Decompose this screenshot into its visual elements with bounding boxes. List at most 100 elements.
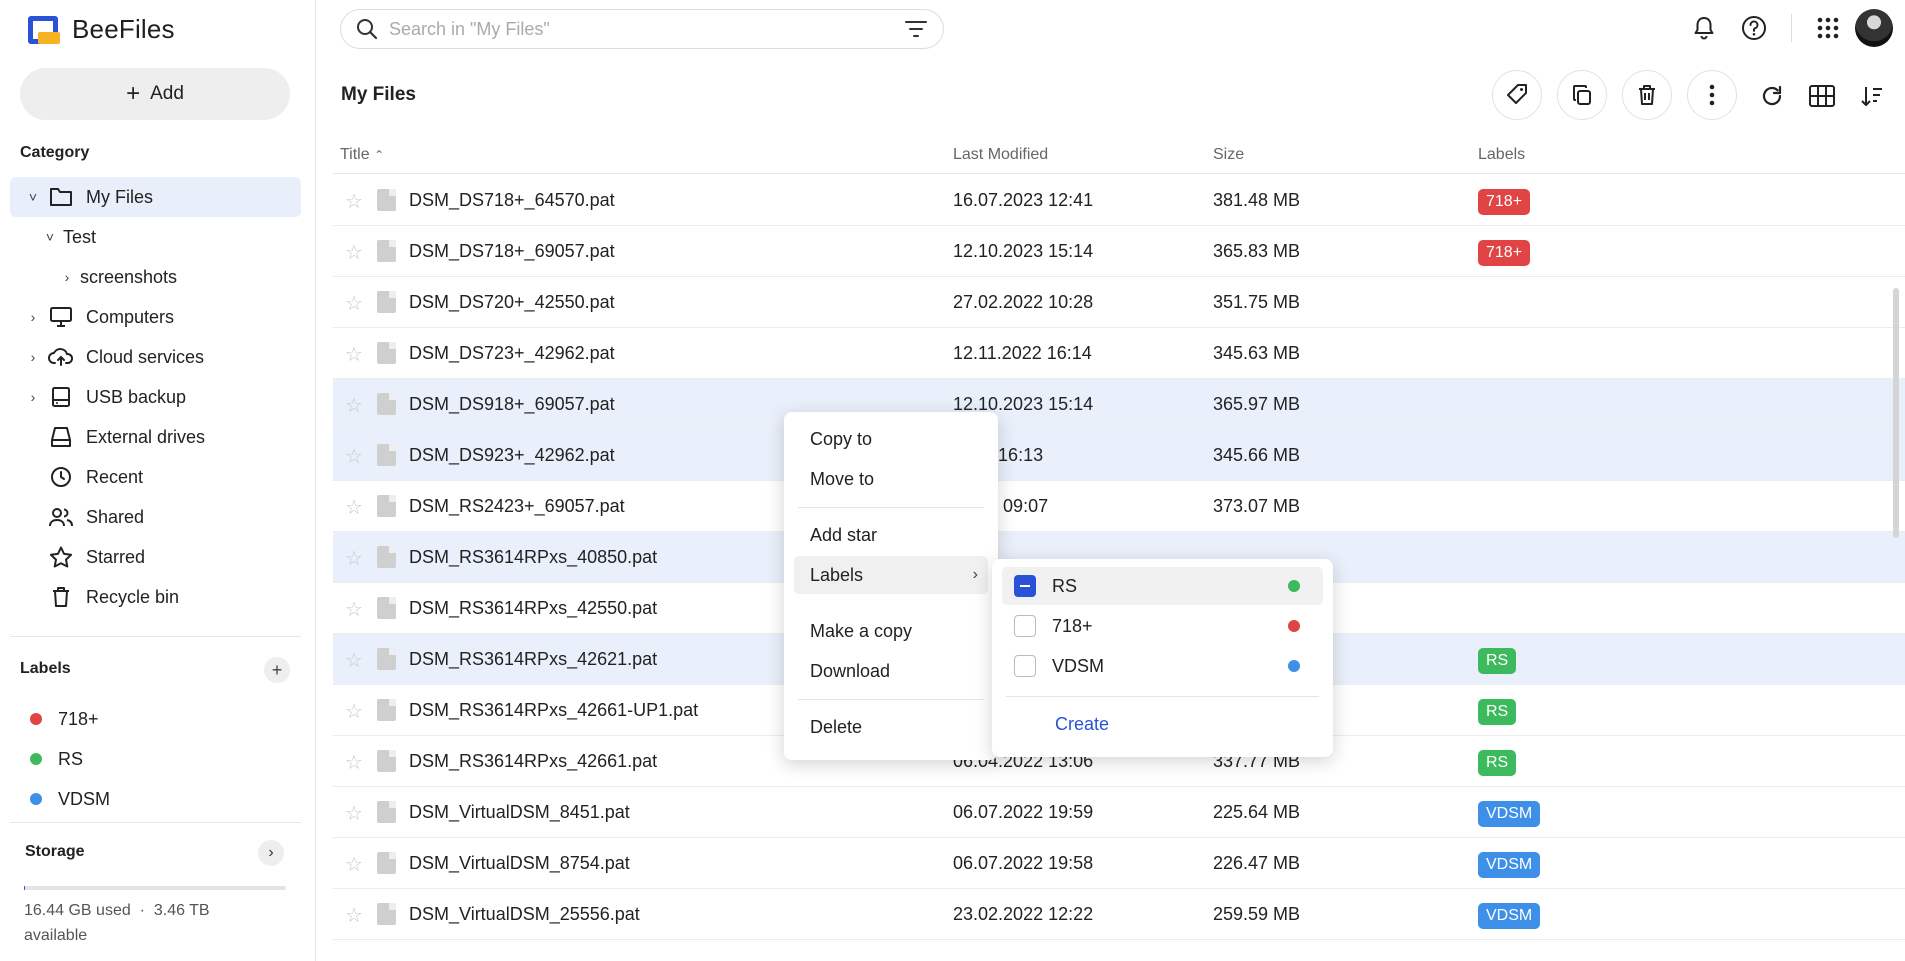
sidebar-item-cloud-services[interactable]: › Cloud services	[10, 337, 301, 377]
copy-button[interactable]	[1557, 70, 1607, 120]
file-table-header: Title ⌃ Last Modified Size Labels	[333, 140, 1905, 174]
divider	[10, 822, 301, 823]
star-icon[interactable]: ☆	[345, 393, 363, 418]
table-row[interactable]: ☆ DSM_VirtualDSM_25556.pat 23.02.2022 12:2…	[333, 889, 1905, 940]
label-option-718plus[interactable]: 718+	[1002, 607, 1323, 645]
search-input[interactable]	[389, 18, 889, 40]
star-icon[interactable]: ☆	[345, 291, 363, 316]
label-checkbox[interactable]	[1014, 655, 1036, 677]
add-button[interactable]: + Add	[20, 68, 290, 120]
column-size[interactable]: Size	[1213, 146, 1244, 164]
search-icon	[357, 19, 378, 40]
add-label-button[interactable]: +	[264, 657, 290, 683]
refresh-icon[interactable]	[1756, 80, 1788, 112]
chevron-right-icon[interactable]: ›	[24, 389, 42, 405]
label-tag-button[interactable]	[1492, 70, 1542, 120]
menu-item-copy-to[interactable]: Copy to	[794, 420, 988, 458]
star-icon[interactable]: ☆	[345, 342, 363, 367]
star-icon[interactable]: ☆	[345, 750, 363, 775]
label-option-rs[interactable]: RS	[1002, 567, 1323, 605]
file-modified: 27.02.2022 10:28	[953, 292, 1094, 312]
bell-icon[interactable]	[1688, 12, 1720, 44]
labels-submenu: RS 718+ VDSM Create	[992, 559, 1333, 757]
table-row[interactable]: ☆ DSM_VirtualDSM_8754.pat 06.07.2022 19:58…	[333, 838, 1905, 889]
divider	[10, 636, 301, 637]
file-icon	[377, 699, 396, 721]
star-icon[interactable]: ☆	[345, 699, 363, 724]
menu-item-download[interactable]: Download	[794, 652, 988, 690]
apps-grid-icon[interactable]	[1812, 12, 1844, 44]
sidebar-item-computers[interactable]: › Computers	[10, 297, 301, 337]
sidebar-item-label: Test	[63, 226, 97, 247]
file-size: 259.59 MB	[1213, 904, 1301, 924]
column-labels[interactable]: Labels	[1478, 146, 1525, 164]
star-icon[interactable]: ☆	[345, 546, 363, 571]
file-name: DSM_DS718+_69057.pat	[409, 241, 615, 261]
sidebar-label-rs[interactable]: RS	[30, 744, 83, 774]
plus-icon: +	[126, 80, 141, 107]
chevron-down-icon[interactable]: ˅	[41, 229, 59, 245]
chevron-down-icon[interactable]: ˅	[24, 189, 42, 205]
table-row[interactable]: ☆ DSM_DS720+_42550.pat 27.02.2022 10:28 351…	[333, 277, 1905, 328]
sidebar-item-screenshots[interactable]: › screenshots	[10, 257, 301, 297]
star-icon[interactable]: ☆	[345, 903, 363, 928]
grid-view-icon[interactable]	[1806, 80, 1838, 112]
menu-item-labels[interactable]: Labels ›	[794, 556, 988, 594]
storage-details-button[interactable]: ›	[258, 840, 284, 866]
scrollbar[interactable]	[1893, 288, 1899, 538]
table-row[interactable]: ☆ DSM_VirtualDSM_8451.pat 06.07.2022 19:59…	[333, 787, 1905, 838]
more-button[interactable]	[1687, 70, 1737, 120]
file-icon	[377, 393, 396, 415]
label-checkbox[interactable]	[1014, 575, 1036, 597]
star-icon[interactable]: ☆	[345, 444, 363, 469]
star-icon[interactable]: ☆	[345, 597, 363, 622]
label-color-dot	[1288, 620, 1300, 632]
table-row[interactable]: ☆ DSM_DS718+_64570.pat 16.07.2023 12:41 381…	[333, 175, 1905, 226]
table-row[interactable]: ☆ DSM_DS718+_69057.pat 12.10.2023 15:14 365…	[333, 226, 1905, 277]
create-label-button[interactable]: Create	[1055, 714, 1109, 735]
column-last-modified[interactable]: Last Modified	[953, 146, 1048, 164]
sidebar-item-label: screenshots	[80, 266, 178, 287]
help-icon[interactable]	[1738, 12, 1770, 44]
label-name: VDSM	[58, 788, 111, 809]
chevron-right-icon[interactable]: ›	[24, 309, 42, 325]
menu-item-delete[interactable]: Delete	[794, 708, 988, 746]
menu-item-add-star[interactable]: Add star	[794, 516, 988, 554]
sidebar-item-external-drives[interactable]: External drives	[10, 417, 301, 457]
star-icon[interactable]: ☆	[345, 189, 363, 214]
star-icon[interactable]: ☆	[345, 648, 363, 673]
table-row[interactable]: ☆ DSM_DS918+_69057.pat 12.10.2023 15:14 365…	[333, 379, 1905, 430]
user-avatar[interactable]	[1855, 9, 1893, 47]
sidebar-item-test[interactable]: ˅ Test	[10, 217, 301, 257]
sidebar-item-usb-backup[interactable]: › USB backup	[10, 377, 301, 417]
search-bar	[340, 9, 944, 49]
filter-icon[interactable]	[905, 19, 927, 39]
star-icon[interactable]: ☆	[345, 495, 363, 520]
label-option-vdsm[interactable]: VDSM	[1002, 647, 1323, 685]
label-checkbox[interactable]	[1014, 615, 1036, 637]
sort-icon[interactable]	[1856, 80, 1888, 112]
sidebar-item-recent[interactable]: Recent	[10, 457, 301, 497]
sidebar-label-718plus[interactable]: 718+	[30, 704, 99, 734]
star-icon[interactable]: ☆	[345, 801, 363, 826]
table-row[interactable]: ☆ DSM_DS723+_42962.pat 12.11.2022 16:14 345…	[333, 328, 1905, 379]
table-row[interactable]: ☆ DSM_RS2423+_69057.pat .2023 09:07 373.07 …	[333, 481, 1905, 532]
sidebar-label-vdsm[interactable]: VDSM	[30, 784, 110, 814]
column-title[interactable]: Title ⌃	[340, 146, 384, 164]
menu-item-move-to[interactable]: Move to	[794, 460, 988, 498]
star-icon[interactable]: ☆	[345, 240, 363, 265]
more-vertical-icon	[1709, 84, 1715, 106]
file-name: DSM_RS3614RPxs_42661-UP1.pat	[409, 700, 699, 720]
star-icon[interactable]: ☆	[345, 852, 363, 877]
sidebar-item-shared[interactable]: Shared	[10, 497, 301, 537]
menu-item-make-copy[interactable]: Make a copy	[794, 612, 988, 650]
sidebar-item-recycle-bin[interactable]: Recycle bin	[10, 577, 301, 617]
table-row[interactable]: ☆ DSM_DS923+_42962.pat 2022 16:13 345.66 MB	[333, 430, 1905, 481]
delete-button[interactable]	[1622, 70, 1672, 120]
app-brand[interactable]: BeeFiles	[28, 14, 175, 44]
file-size: 365.97 MB	[1213, 394, 1301, 414]
sidebar-item-starred[interactable]: Starred	[10, 537, 301, 577]
sidebar-item-my-files[interactable]: ˅ My Files	[10, 177, 301, 217]
chevron-right-icon[interactable]: ›	[24, 349, 42, 365]
chevron-right-icon[interactable]: ›	[58, 269, 76, 285]
